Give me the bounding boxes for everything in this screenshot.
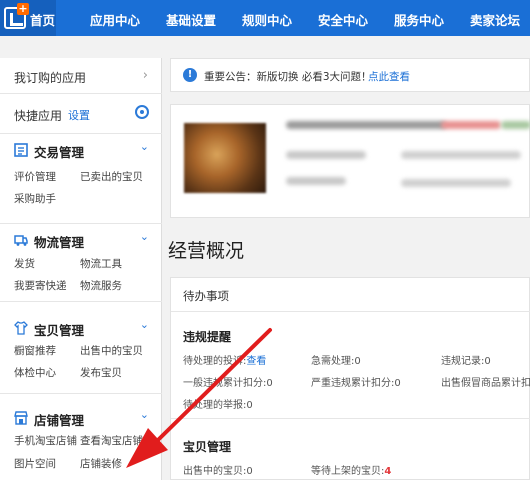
violations-title: 违规提醒 — [183, 330, 232, 344]
general-violation-points[interactable]: 一般违规累计扣分:0 — [183, 374, 273, 389]
link-logistics-tools[interactable]: 物流工具 — [80, 256, 122, 271]
sidebar-section-items: 宝贝管理 ⌄ 橱窗推荐 出售中的宝贝 体检中心 发布宝贝 — [0, 312, 162, 394]
link-review-management[interactable]: 评价管理 — [14, 169, 56, 184]
redacted-line — [401, 151, 521, 159]
link-view-shop[interactable]: 查看淘宝店铺 — [80, 433, 143, 448]
violation-records[interactable]: 违规记录:0 — [441, 352, 491, 367]
sidebar-section-logistics: 物流管理 ⌄ 发货 物流工具 我要寄快递 物流服务 — [0, 224, 162, 302]
sidebar: 我订购的应用 › 快捷应用 设置 交易管理 ⌄ 评价管理 已卖出的宝贝 采购助手… — [0, 58, 162, 480]
sidebar-my-apps[interactable]: 我订购的应用 › — [0, 58, 162, 94]
shirt-icon — [14, 321, 28, 335]
urgent-count[interactable]: 急需处理:0 — [311, 352, 361, 367]
chevron-right-icon: › — [142, 68, 148, 83]
counterfeit-points[interactable]: 出售假冒商品累计扣 — [441, 374, 530, 389]
sidebar-quick-apps: 快捷应用 设置 — [0, 94, 162, 134]
quick-apps-settings-link[interactable]: 设置 — [68, 107, 90, 123]
items-group-title: 宝贝管理 — [183, 440, 232, 454]
announcement-link[interactable]: 点此查看 — [368, 69, 410, 84]
gear-icon[interactable] — [135, 105, 149, 119]
nav-item-security-center[interactable]: 安全中心 — [318, 10, 368, 29]
section-title-logistics[interactable]: 物流管理 — [34, 232, 84, 251]
link-ship[interactable]: 发货 — [14, 256, 35, 271]
pending-complaints-link[interactable]: 查看 — [246, 356, 266, 367]
link-mobile-shop[interactable]: 手机淘宝店铺 — [14, 433, 77, 448]
todo-panel: 待办事项 违规提醒 待处理的投诉:查看 急需处理:0 违规记录:0 一般违规累计… — [170, 277, 530, 480]
link-send-express[interactable]: 我要寄快递 — [14, 278, 67, 293]
redacted-badge — [501, 121, 530, 129]
announcement-bar: ! 重要公告：新版切换 必看3大问题！ 点此查看 — [170, 58, 530, 92]
nav-item-app-center[interactable]: 应用中心 — [90, 10, 140, 29]
serious-violation-points[interactable]: 严重违规累计扣分:0 — [311, 374, 401, 389]
link-sold-items[interactable]: 已卖出的宝贝 — [80, 169, 143, 184]
pending-reports[interactable]: 待处理的举报:0 — [183, 396, 253, 411]
section-title-trade[interactable]: 交易管理 — [34, 142, 84, 161]
nav-item-rules-center[interactable]: 规则中心 — [242, 10, 292, 29]
redacted-line — [286, 151, 366, 159]
section-title-items[interactable]: 宝贝管理 — [34, 320, 84, 339]
plus-badge-icon: + — [17, 2, 29, 15]
page-section-title: 经营概况 — [168, 240, 245, 262]
nav-item-service-center[interactable]: 服务中心 — [394, 10, 444, 29]
shop-icon — [14, 411, 28, 425]
divider — [171, 418, 530, 419]
chevron-down-icon[interactable]: ⌄ — [140, 140, 149, 153]
link-check-center[interactable]: 体检中心 — [14, 365, 56, 380]
link-image-space[interactable]: 图片空间 — [14, 456, 56, 471]
nav-item-basic-settings[interactable]: 基础设置 — [166, 10, 216, 29]
announcement-text: 重要公告：新版切换 必看3大问题！ — [204, 71, 372, 83]
nav-home-tab[interactable]: + 首页 — [0, 0, 56, 36]
link-purchase-assistant[interactable]: 采购助手 — [14, 191, 56, 206]
todo-header: 待办事项 — [171, 278, 530, 312]
sidebar-section-trade: 交易管理 ⌄ 评价管理 已卖出的宝贝 采购助手 — [0, 134, 162, 224]
nav-home-label[interactable]: 首页 — [30, 10, 55, 29]
redacted-shop-name — [286, 121, 446, 129]
items-waiting-count[interactable]: 等待上架的宝贝:4 — [311, 462, 391, 477]
top-nav: + 首页 应用中心 基础设置 规则中心 安全中心 服务中心 卖家论坛 — [0, 0, 530, 36]
trade-icon — [14, 143, 28, 157]
nav-item-seller-forum[interactable]: 卖家论坛 — [470, 10, 520, 29]
chevron-down-icon[interactable]: ⌄ — [140, 318, 149, 331]
pending-complaints: 待处理的投诉:查看 — [183, 356, 267, 367]
redacted-badges — [441, 121, 501, 129]
link-window-recommend[interactable]: 橱窗推荐 — [14, 343, 56, 358]
info-icon: ! — [183, 68, 197, 82]
chevron-down-icon[interactable]: ⌄ — [140, 408, 149, 421]
link-publish-item[interactable]: 发布宝贝 — [80, 365, 122, 380]
link-shop-decoration[interactable]: 店铺装修 — [80, 456, 122, 471]
shop-info-card — [170, 104, 530, 218]
redacted-line — [286, 177, 346, 185]
sidebar-section-shop: 店铺管理 ⌄ 手机淘宝店铺 查看淘宝店铺 图片空间 店铺装修 — [0, 402, 162, 480]
truck-icon — [14, 235, 28, 246]
chevron-down-icon[interactable]: ⌄ — [140, 230, 149, 243]
items-on-sale-count[interactable]: 出售中的宝贝:0 — [183, 462, 253, 477]
todo-header-label: 待办事项 — [183, 289, 229, 303]
shop-logo-image[interactable] — [184, 123, 266, 193]
section-title-shop[interactable]: 店铺管理 — [34, 410, 84, 429]
link-logistics-service[interactable]: 物流服务 — [80, 278, 122, 293]
quick-apps-label: 快捷应用 — [14, 109, 63, 123]
my-apps-label: 我订购的应用 — [14, 71, 87, 85]
link-items-on-sale[interactable]: 出售中的宝贝 — [80, 343, 143, 358]
redacted-line — [401, 179, 511, 187]
